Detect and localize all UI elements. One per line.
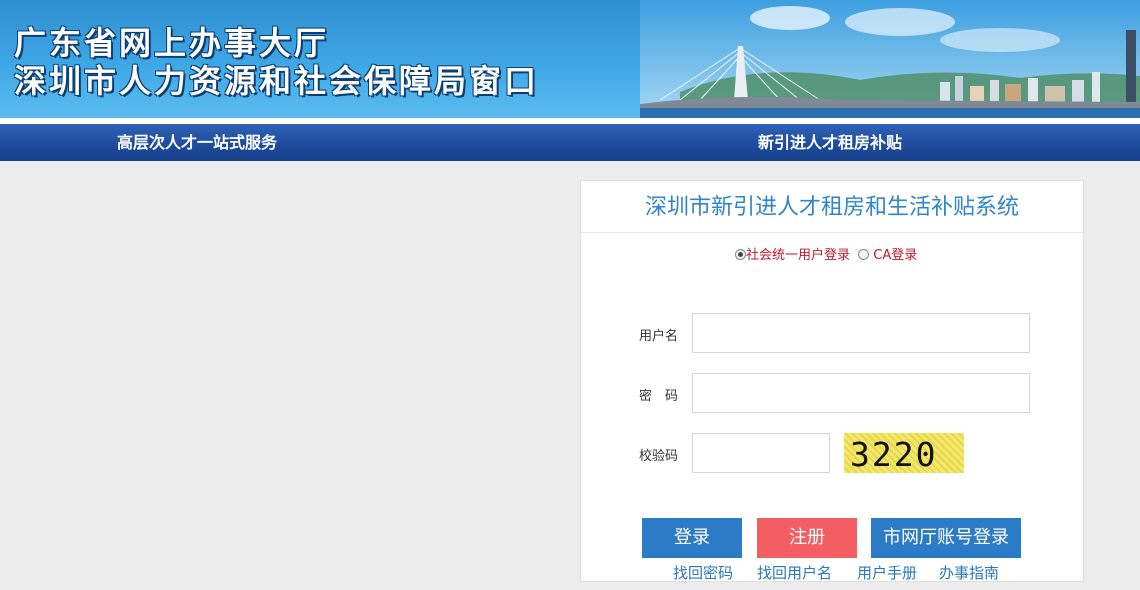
ca-login-radio[interactable] <box>858 249 870 260</box>
forgot-password-link[interactable]: 找回密码 <box>673 562 733 583</box>
password-label: 密 码 <box>639 389 679 404</box>
login-mode-group: 社会统一用户登录 CA登录 <box>735 244 917 263</box>
unified-login-radio[interactable] <box>735 249 746 260</box>
header-title-line2: 深圳市人力资源和社会保障局窗口 <box>14 62 540 100</box>
nav-item-talent-service[interactable]: 高层次人才一站式服务 <box>117 124 277 161</box>
user-manual-link[interactable]: 用户手册 <box>857 562 917 583</box>
username-input[interactable] <box>692 313 1030 353</box>
top-nav: 高层次人才一站式服务 新引进人才租房补贴 <box>0 124 1140 161</box>
service-guide-link[interactable]: 办事指南 <box>939 562 999 583</box>
city-bridge-illustration <box>640 0 1140 118</box>
captcha-input[interactable] <box>692 433 830 473</box>
captcha-label: 校验码 <box>639 449 679 464</box>
password-input[interactable] <box>692 373 1030 413</box>
username-label: 用户名 <box>639 329 679 344</box>
unified-login-label[interactable]: 社会统一用户登录 <box>746 248 850 263</box>
ca-login-label[interactable]: CA登录 <box>873 248 917 263</box>
forgot-username-link[interactable]: 找回用户名 <box>757 562 832 583</box>
captcha-image[interactable]: 3220 <box>844 433 964 473</box>
header-banner: 广东省网上办事大厅 深圳市人力资源和社会保障局窗口 <box>0 0 1140 118</box>
login-title: 深圳市新引进人才租房和生活补贴系统 <box>581 181 1083 233</box>
nav-item-rent-subsidy[interactable]: 新引进人才租房补贴 <box>758 124 902 161</box>
login-button[interactable]: 登录 <box>642 518 742 558</box>
city-account-login-button[interactable]: 市网厅账号登录 <box>871 518 1021 558</box>
captcha-text: 3220 <box>850 435 938 473</box>
register-button[interactable]: 注册 <box>757 518 857 558</box>
login-panel: 深圳市新引进人才租房和生活补贴系统 社会统一用户登录 CA登录 用户名 密 码 … <box>580 180 1084 582</box>
